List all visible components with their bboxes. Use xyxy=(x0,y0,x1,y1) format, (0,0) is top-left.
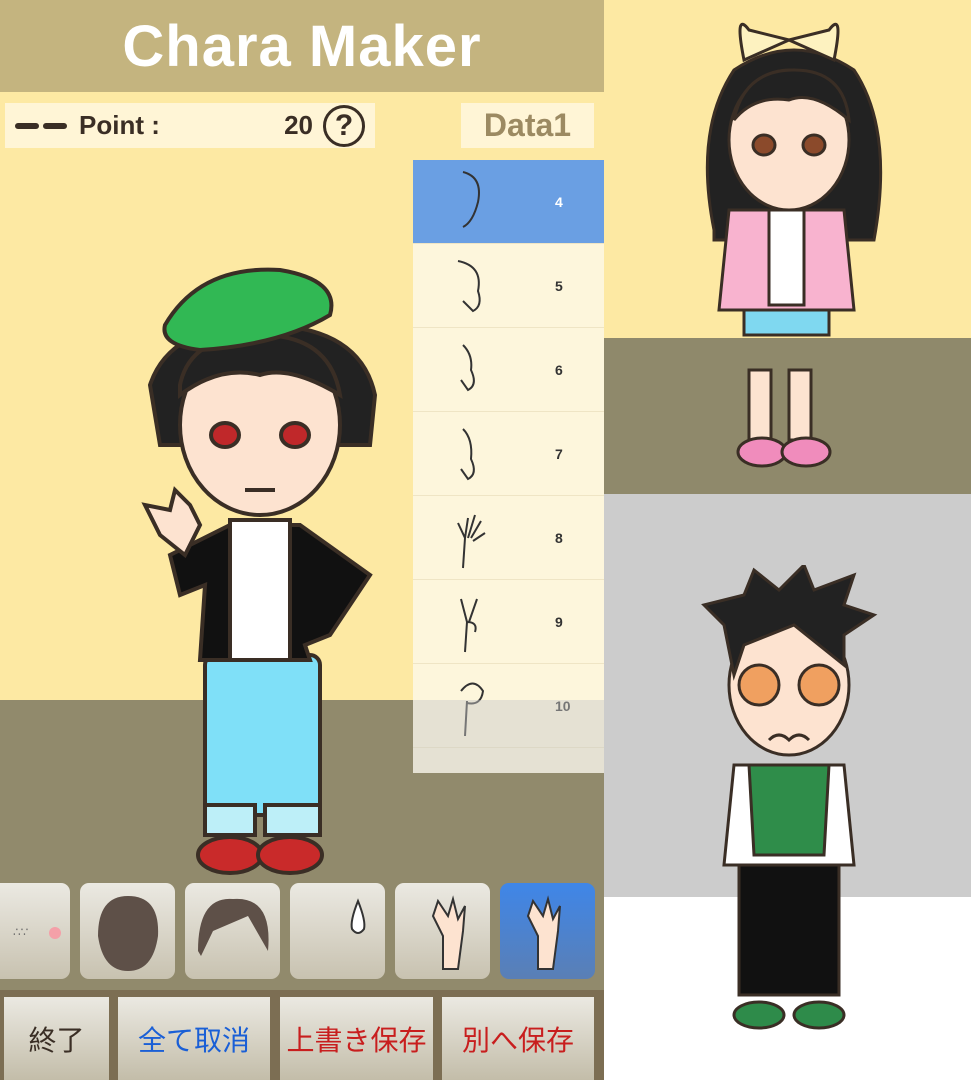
app-title: Chara Maker xyxy=(122,13,482,79)
dash-icon xyxy=(15,122,67,129)
list-item[interactable]: 4 xyxy=(413,160,604,244)
save-as-button[interactable]: 別へ保存 xyxy=(442,997,594,1080)
cancel-all-button[interactable]: 全て取消 xyxy=(118,997,270,1080)
hand-icon xyxy=(431,895,466,970)
character-preview xyxy=(141,267,378,875)
point-display: Point : 20 ? xyxy=(5,103,375,148)
list-fade xyxy=(413,700,604,773)
category-hand-selected[interactable] xyxy=(500,883,595,979)
category-sweat[interactable] xyxy=(290,883,385,979)
arm-pose-icon xyxy=(457,259,481,312)
category-hand[interactable] xyxy=(395,883,490,979)
category-blush[interactable]: ∴∵ xyxy=(0,883,70,979)
category-back-hair[interactable] xyxy=(80,883,175,979)
sweat-drop-icon xyxy=(350,898,365,934)
data-slot[interactable]: Data1 xyxy=(461,103,594,148)
part-category-bar[interactable]: ∴∵ xyxy=(0,883,604,979)
list-item[interactable]: 9 xyxy=(413,580,604,664)
blush-icon: ∴∵ xyxy=(13,925,61,939)
action-bar: 終了 全て取消 上書き保存 別へ保存 xyxy=(0,990,604,1080)
back-hair-icon xyxy=(97,896,158,971)
header: Chara Maker xyxy=(0,0,604,92)
bangs-icon xyxy=(197,898,269,956)
peace-hand-icon xyxy=(460,598,478,652)
editor-panel: Chara Maker Point : 20 ? Data1 4 5 6 7 8 xyxy=(0,0,604,1080)
question-circle-icon[interactable]: ? xyxy=(323,104,365,147)
quit-button[interactable]: 終了 xyxy=(4,997,109,1080)
open-hand-icon xyxy=(457,514,486,568)
arm-pose-icon xyxy=(460,427,475,480)
overwrite-save-button[interactable]: 上書き保存 xyxy=(280,997,433,1080)
saved-character-girl[interactable] xyxy=(694,10,894,480)
svg-text:∴∵: ∴∵ xyxy=(13,925,28,939)
list-item[interactable]: 8 xyxy=(413,496,604,580)
hand-icon xyxy=(526,895,561,970)
arm-pose-icon xyxy=(462,170,480,228)
list-item[interactable]: 6 xyxy=(413,328,604,412)
list-item[interactable]: 7 xyxy=(413,412,604,496)
point-label: Point : xyxy=(79,110,160,140)
category-bangs[interactable] xyxy=(185,883,280,979)
arm-pose-icon xyxy=(460,343,475,391)
saved-character-boy[interactable] xyxy=(694,565,894,1035)
list-item[interactable]: 5 xyxy=(413,244,604,328)
saved-characters-panel xyxy=(604,0,971,1080)
point-value: 20 xyxy=(284,110,313,140)
parts-list[interactable]: 4 5 6 7 8 9 10 xyxy=(413,160,604,773)
